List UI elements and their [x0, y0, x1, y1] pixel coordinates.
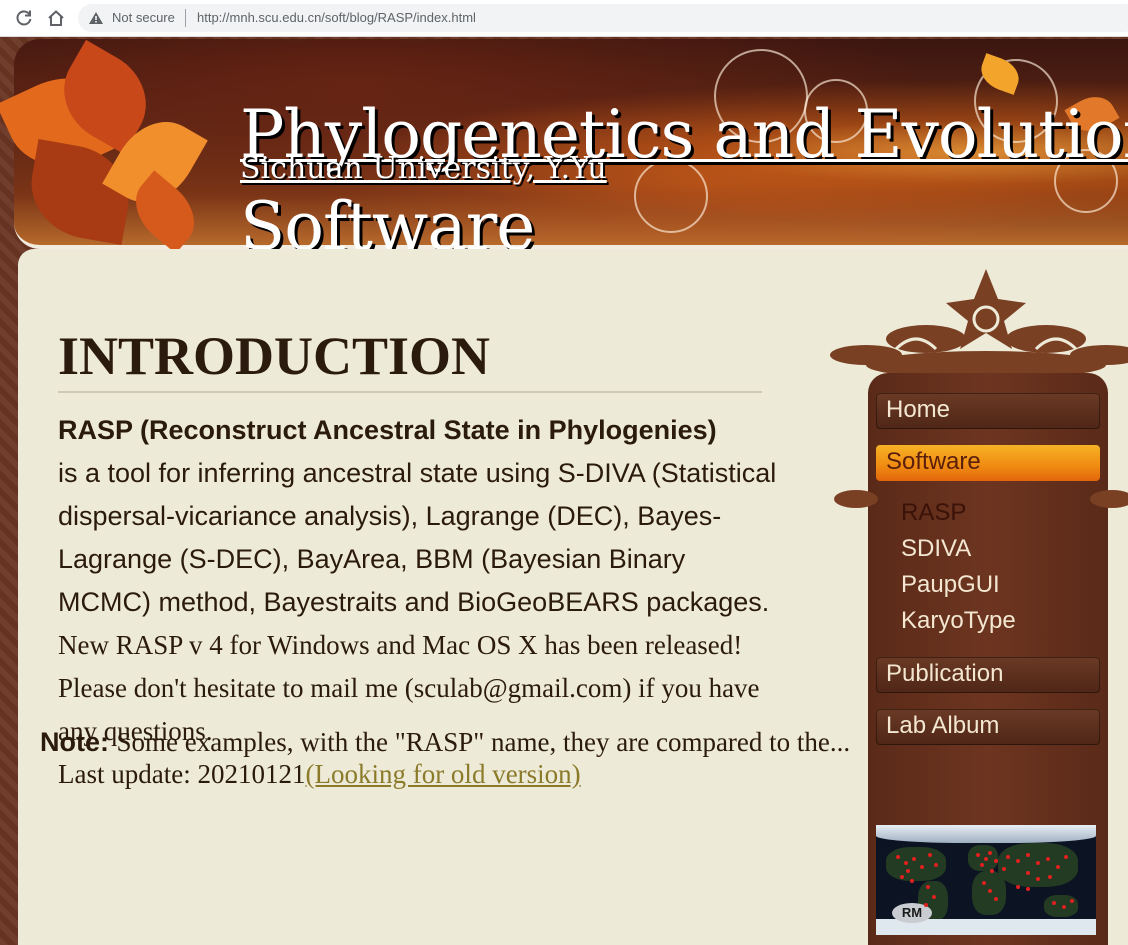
visitor-dot — [934, 863, 938, 867]
visitor-dot — [984, 857, 988, 861]
submenu-karyotype[interactable]: KaryoType — [901, 607, 1016, 635]
visitor-dot — [932, 895, 936, 899]
visitor-dot — [1016, 859, 1020, 863]
visitor-dot — [980, 863, 984, 867]
visitor-dot — [912, 857, 916, 861]
home-icon[interactable] — [44, 6, 68, 30]
map-continent — [968, 845, 998, 871]
visitor-dot — [926, 885, 930, 889]
map-arctic — [876, 825, 1096, 843]
visitor-dot — [896, 855, 900, 859]
note-text: Some examples, with the "RASP" name, the… — [116, 727, 851, 757]
sidebar-ornament — [830, 269, 1128, 379]
release-note: New RASP v 4 for Windows and Mac OS X ha… — [58, 630, 743, 660]
visitor-dot — [1036, 877, 1040, 881]
visitor-dot — [1036, 861, 1040, 865]
visitor-dot — [994, 859, 998, 863]
visitor-dot — [924, 903, 928, 907]
visitor-dot — [1026, 871, 1030, 875]
menu-lab-album[interactable]: Lab Album — [876, 709, 1100, 745]
page-heading: INTRODUCTION — [58, 326, 491, 386]
visitor-dot — [982, 881, 986, 885]
visitor-dot — [994, 897, 998, 901]
visitor-dot — [990, 869, 994, 873]
menu-publication[interactable]: Publication — [876, 657, 1100, 693]
visitor-dot — [1062, 905, 1066, 909]
visitor-dot — [1070, 899, 1074, 903]
menu-publication-label[interactable]: Publication — [886, 660, 1003, 688]
menu-home-label[interactable]: Home — [886, 396, 950, 424]
visitor-dot — [1026, 853, 1030, 857]
visitor-dot — [988, 889, 992, 893]
menu-software[interactable]: Software — [876, 445, 1100, 481]
submenu-rasp[interactable]: RASP — [901, 499, 966, 527]
old-version-link[interactable]: (Looking for old version) — [305, 759, 580, 789]
submenu-paupgui[interactable]: PaupGUI — [901, 571, 1000, 599]
visitor-dot — [988, 851, 992, 855]
menu-home[interactable]: Home — [876, 393, 1100, 429]
menu-software-label[interactable]: Software — [886, 448, 981, 476]
visitor-dot — [928, 853, 932, 857]
warning-icon — [88, 11, 104, 30]
visitor-dot — [1006, 855, 1010, 859]
visitor-dot — [906, 869, 910, 873]
visitor-dot — [1064, 855, 1068, 859]
last-update: Last update: 20210121 — [58, 759, 306, 789]
visitor-dot — [1056, 865, 1060, 869]
web-page: Phylogenetics and Evolution Software Sic… — [0, 37, 1128, 945]
last-update-line: Last update: 20210121(Looking for old ve… — [58, 753, 778, 796]
visitor-dot — [910, 879, 914, 883]
visitor-map[interactable]: RM — [876, 825, 1096, 935]
menu-lab-album-label[interactable]: Lab Album — [886, 712, 999, 740]
visitor-dot — [1052, 901, 1056, 905]
rasp-description: is a tool for inferring ancestral state … — [58, 458, 777, 617]
note-line: Note: Some examples, with the "RASP" nam… — [40, 727, 850, 758]
visitor-dot — [1002, 867, 1006, 871]
visitor-dot — [920, 865, 924, 869]
menu-ornament — [834, 490, 1128, 508]
visitor-dot — [1048, 875, 1052, 879]
visitor-dot — [1016, 885, 1020, 889]
visitor-dot — [904, 861, 908, 865]
site-subtitle[interactable]: Sichuan University, Y.Yu — [240, 151, 607, 186]
intro-paragraph: RASP (Reconstruct Ancestral State in Phy… — [58, 409, 778, 624]
heading-divider — [58, 391, 762, 393]
visitor-dot — [1026, 887, 1030, 891]
visitor-dot — [976, 853, 980, 857]
note-label: Note: — [40, 727, 109, 757]
address-bar[interactable]: Not secure http://mnh.scu.edu.cn/soft/bl… — [78, 4, 1128, 32]
security-label: Not secure — [112, 10, 175, 25]
browser-toolbar: Not secure http://mnh.scu.edu.cn/soft/bl… — [0, 0, 1128, 37]
url-text[interactable]: http://mnh.scu.edu.cn/soft/blog/RASP/ind… — [197, 10, 476, 25]
divider — [185, 9, 186, 27]
submenu-sdiva[interactable]: SDIVA — [901, 535, 971, 563]
rasp-name: RASP (Reconstruct Ancestral State in Phy… — [58, 415, 717, 445]
reload-icon[interactable] — [12, 6, 36, 30]
visitor-dot — [900, 875, 904, 879]
visitor-dot — [1046, 857, 1050, 861]
